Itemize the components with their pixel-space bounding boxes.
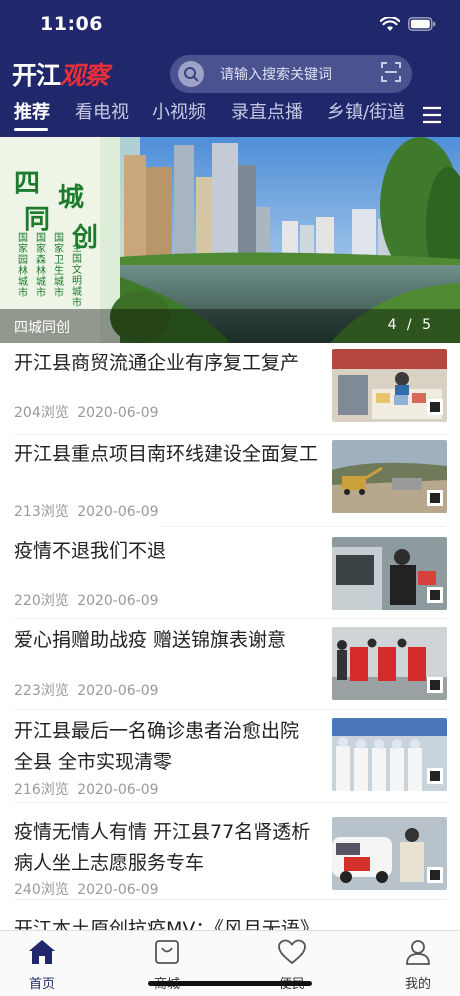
news-item[interactable]: 爱心捐赠助战疫 赠送锦旗表谢意 223浏览 2020-06-09 xyxy=(0,619,460,709)
tabbar-label: 我的 xyxy=(404,977,431,992)
news-views: 216浏览 xyxy=(14,782,69,798)
construction-icon xyxy=(332,440,447,513)
banner-heading-char: 同 xyxy=(24,205,51,235)
banner-heading-char: 城 xyxy=(58,183,85,213)
news-date: 2020-06-09 xyxy=(77,782,159,798)
active-tab-indicator xyxy=(14,128,48,131)
news-meta: 204浏览 2020-06-09 xyxy=(14,402,159,422)
tab-recommend[interactable]: 推荐 xyxy=(14,98,50,124)
news-item[interactable]: 开江县重点项目南环线建设全面复工 213浏览 2020-06-09 xyxy=(0,435,460,527)
banners-icon xyxy=(332,627,447,700)
banner-column-text: 国家卫生城市 xyxy=(54,233,64,299)
news-views: 220浏览 xyxy=(14,593,69,609)
news-meta: 216浏览 2020-06-09 xyxy=(14,779,159,799)
news-views: 240浏览 xyxy=(14,882,69,898)
banner-column-text: 国家森林城市 xyxy=(36,233,46,299)
volunteer-car-icon xyxy=(332,817,447,890)
news-item[interactable]: 开江县商贸流通企业有序复工复产 204浏览 2020-06-09 xyxy=(0,343,460,434)
home-icon xyxy=(29,940,55,964)
banner-carousel[interactable]: 四 城 同 创 国家园林城市 国家森林城市 国家卫生城市 全国文明城市 四城同创… xyxy=(0,137,460,343)
banner-column-text: 国家园林城市 xyxy=(18,233,28,299)
battery-icon xyxy=(408,17,436,31)
heart-icon xyxy=(278,939,306,965)
news-title: 开江县重点项目南环线建设全面复工 xyxy=(14,443,319,465)
news-title: 开江县最后一名确诊患者治愈出院 全县 全市实现清零 xyxy=(14,720,300,773)
news-date: 2020-06-09 xyxy=(77,405,159,421)
search-icon xyxy=(178,61,204,87)
shop-bag-icon xyxy=(155,940,179,964)
channel-tabs: 推荐 看电视 小视频 录直点播 乡镇/街道 xyxy=(0,98,460,131)
scan-icon[interactable] xyxy=(380,61,402,87)
news-meta: 240浏览 2020-06-09 xyxy=(14,879,159,899)
tab-live-vod[interactable]: 录直点播 xyxy=(231,98,303,124)
news-date: 2020-06-09 xyxy=(77,683,159,699)
logo-text-main: 开江 xyxy=(12,61,61,90)
news-meta: 220浏览 2020-06-09 xyxy=(14,590,159,610)
banner-column-text: 全国文明城市 xyxy=(72,243,82,309)
news-item[interactable]: 疫情不退我们不退 220浏览 2020-06-09 xyxy=(0,528,460,618)
home-indicator[interactable] xyxy=(148,981,312,986)
news-date: 2020-06-09 xyxy=(77,882,159,898)
menu-icon[interactable] xyxy=(422,105,442,125)
tabbar-home[interactable]: 首页 xyxy=(2,937,82,992)
news-views: 223浏览 xyxy=(14,683,69,699)
wifi-icon xyxy=(380,16,400,31)
bottom-tab-bar: 首页 商城 便民 我的 xyxy=(0,930,460,996)
list-divider xyxy=(160,526,446,527)
app-logo: 开江 观察 xyxy=(12,58,109,90)
news-meta: 223浏览 2020-06-09 xyxy=(14,680,159,700)
checkpoint-icon xyxy=(332,537,447,610)
shop-icon xyxy=(332,349,447,422)
status-icons xyxy=(380,14,436,34)
banner-page-indicator: 4 / 5 xyxy=(387,317,434,333)
status-time: 11:06 xyxy=(40,13,103,35)
top-header: 11:06 开江 观察 请输入搜索关键词 推荐 看电视 小视频 录直点播 乡镇/… xyxy=(0,0,460,137)
banner-heading-char: 四 xyxy=(14,169,41,199)
search-bar[interactable]: 请输入搜索关键词 xyxy=(170,55,412,93)
tabbar-profile[interactable]: 我的 xyxy=(378,937,458,992)
news-views: 204浏览 xyxy=(14,405,69,421)
news-title: 疫情不退我们不退 xyxy=(14,540,167,562)
tab-short-video[interactable]: 小视频 xyxy=(152,98,206,124)
medical-staff-icon xyxy=(332,718,447,791)
news-date: 2020-06-09 xyxy=(77,504,159,520)
news-title: 疫情无情人有情 开江县77名肾透析病人坐上志愿服务专车 xyxy=(14,821,311,874)
news-item[interactable]: 开江县最后一名确诊患者治愈出院 全县 全市实现清零 216浏览 2020-06-… xyxy=(0,710,460,802)
person-icon xyxy=(406,940,430,965)
news-title: 爱心捐赠助战疫 赠送锦旗表谢意 xyxy=(14,629,287,651)
tabbar-label: 首页 xyxy=(28,977,55,992)
news-item[interactable]: 疫情无情人有情 开江县77名肾透析病人坐上志愿服务专车 240浏览 2020-0… xyxy=(0,803,460,899)
tab-watch-tv[interactable]: 看电视 xyxy=(75,98,129,124)
tab-township[interactable]: 乡镇/街道 xyxy=(327,98,405,124)
banner-caption: 四城同创 xyxy=(14,320,70,336)
news-views: 213浏览 xyxy=(14,504,69,520)
logo-text-accent: 观察 xyxy=(60,61,109,90)
search-placeholder: 请输入搜索关键词 xyxy=(220,67,332,83)
news-date: 2020-06-09 xyxy=(77,593,159,609)
news-meta: 213浏览 2020-06-09 xyxy=(14,501,159,521)
news-title: 开江县商贸流通企业有序复工复产 xyxy=(14,352,300,374)
